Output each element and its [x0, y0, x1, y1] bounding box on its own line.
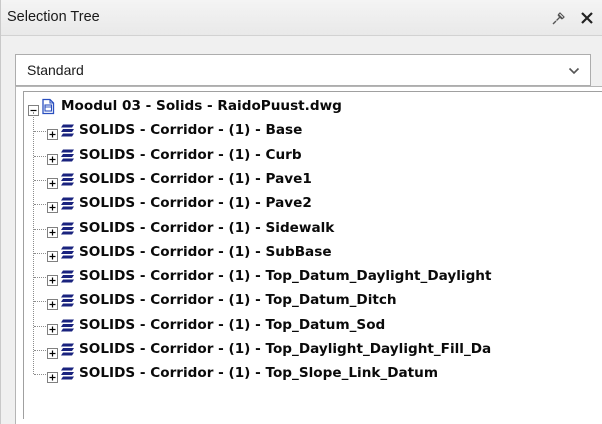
selection-tree-view[interactable]: Moodul 03 - Solids - RaidoPuust.dwg SOLID…	[15, 86, 602, 424]
tree-node-label: SOLIDS - Corridor - (1) - Top_Datum_Sod	[79, 316, 386, 333]
layers-icon	[59, 244, 76, 265]
layers-icon	[59, 268, 76, 289]
close-icon[interactable]	[575, 7, 599, 29]
tree-branch-line	[34, 301, 48, 303]
selection-tree-panel: Selection Tree Standard Moodul 03 - Soli…	[0, 0, 602, 424]
tree-branch-line	[34, 179, 48, 181]
tree-node-label: SOLIDS - Corridor - (1) - Top_Slope_Link…	[79, 365, 439, 382]
layers-icon	[59, 195, 76, 216]
tree-node-label: SOLIDS - Corridor - (1) - Pave2	[79, 195, 312, 212]
tree-node[interactable]: SOLIDS - Corridor - (1) - Sidewalk	[24, 217, 602, 241]
expand-icon[interactable]	[47, 247, 58, 262]
tree-node[interactable]: SOLIDS - Corridor - (1) - Pave1	[24, 168, 602, 192]
layers-icon	[59, 220, 76, 241]
expand-icon[interactable]	[47, 368, 58, 384]
tree-node[interactable]: SOLIDS - Corridor - (1) - Base	[24, 119, 602, 143]
layers-icon	[59, 365, 76, 386]
pin-icon[interactable]	[548, 7, 570, 29]
tree-node-label: SOLIDS - Corridor - (1) - SubBase	[79, 243, 332, 260]
tree-node-label: SOLIDS - Corridor - (1) - Top_Daylight_D…	[79, 341, 492, 357]
tree-node-label: SOLIDS - Corridor - (1) - Top_Datum_Ditc…	[79, 292, 397, 309]
tree-node[interactable]: SOLIDS - Corridor - (1) - Curb	[24, 144, 602, 168]
tree-node-label: SOLIDS - Corridor - (1) - Pave1	[79, 170, 312, 187]
tree-branch-line	[34, 131, 48, 133]
chevron-down-icon	[568, 67, 580, 75]
expand-icon[interactable]	[47, 320, 58, 335]
layers-icon	[59, 171, 76, 192]
tree-branch-line	[34, 252, 48, 254]
tree-branch-line	[34, 155, 48, 157]
tree-node[interactable]: SOLIDS - Corridor - (1) - Top_Datum_Sod	[24, 314, 602, 338]
tree-branch-line	[34, 277, 48, 279]
tree-node-label: SOLIDS - Corridor - (1) - Sidewalk	[79, 219, 335, 236]
panel-titlebar[interactable]: Selection Tree	[1, 0, 602, 36]
tree-node[interactable]: SOLIDS - Corridor - (1) - SubBase	[24, 241, 602, 265]
tree-branch-line	[34, 350, 48, 351]
expand-icon[interactable]	[47, 150, 58, 165]
collapse-icon[interactable]	[28, 101, 39, 116]
expand-icon[interactable]	[47, 125, 58, 141]
tree-root-node[interactable]: Moodul 03 - Solids - RaidoPuust.dwg	[24, 95, 602, 119]
tree-root-label: Moodul 03 - Solids - RaidoPuust.dwg	[61, 98, 342, 114]
expand-icon[interactable]	[47, 198, 58, 214]
layers-icon	[59, 122, 76, 143]
dropdown-selected-value: Standard	[27, 62, 84, 78]
document-icon	[40, 98, 56, 119]
tree-branch-line	[34, 228, 48, 230]
tree-node[interactable]: SOLIDS - Corridor - (1) - Pave2	[24, 192, 602, 216]
layers-icon	[59, 341, 76, 362]
panel-title: Selection Tree	[7, 9, 100, 25]
tree-container: Moodul 03 - Solids - RaidoPuust.dwg SOLID…	[23, 91, 602, 419]
layers-icon	[59, 317, 76, 338]
expand-icon[interactable]	[47, 223, 58, 238]
layers-icon	[59, 147, 76, 168]
expand-icon[interactable]	[47, 344, 58, 359]
tree-branch-line	[34, 374, 48, 376]
tree-node-label: SOLIDS - Corridor - (1) - Base	[79, 122, 303, 139]
tree-node[interactable]: SOLIDS - Corridor - (1) - Top_Slope_Link…	[24, 362, 602, 386]
layers-icon	[59, 292, 76, 313]
expand-icon[interactable]	[47, 271, 58, 287]
tree-node[interactable]: SOLIDS - Corridor - (1) - Top_Datum_Ditc…	[24, 289, 602, 313]
tree-node-label: SOLIDS - Corridor - (1) - Curb	[79, 146, 302, 163]
tree-node-label: SOLIDS - Corridor - (1) - Top_Datum_Dayl…	[79, 268, 492, 285]
tree-branch-line	[34, 325, 48, 327]
expand-icon[interactable]	[47, 295, 58, 311]
tree-node[interactable]: SOLIDS - Corridor - (1) - Top_Datum_Dayl…	[24, 265, 602, 289]
selection-mode-dropdown[interactable]: Standard	[15, 54, 591, 86]
tree-branch-line	[34, 204, 48, 206]
expand-icon[interactable]	[47, 174, 58, 189]
tree-node[interactable]: SOLIDS - Corridor - (1) - Top_Daylight_D…	[24, 338, 602, 362]
